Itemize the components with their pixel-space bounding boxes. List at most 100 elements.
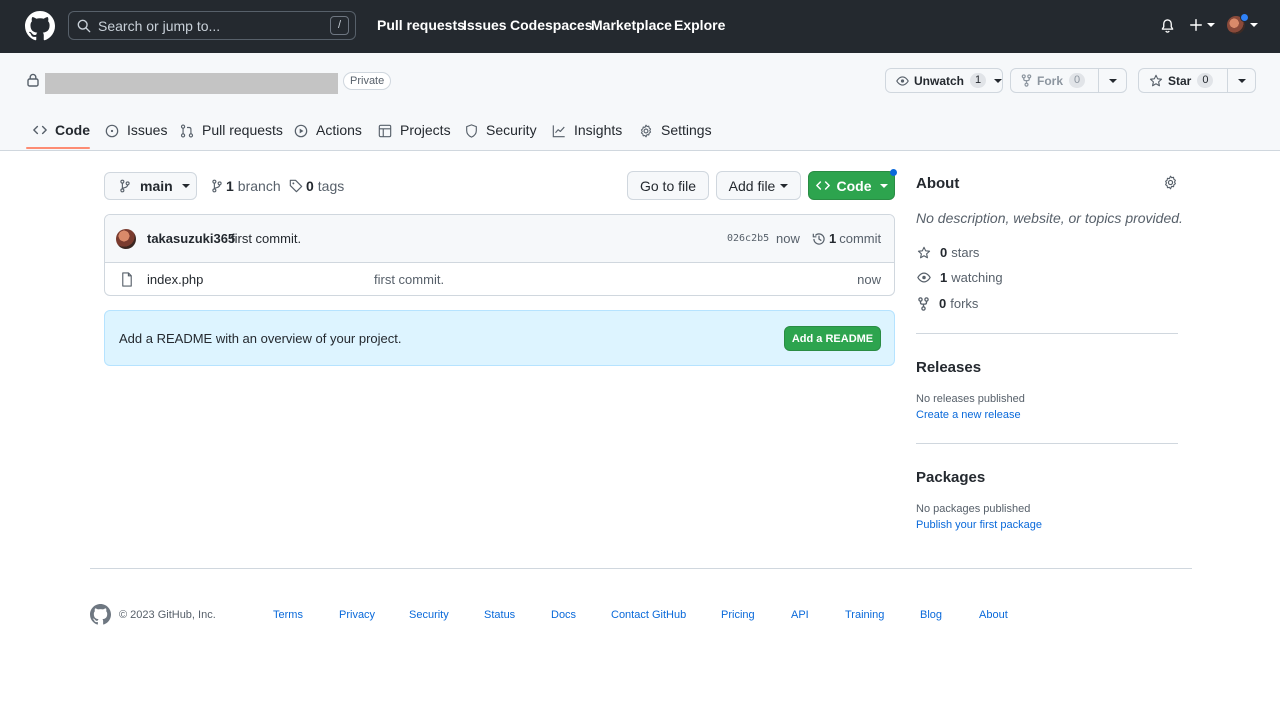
add-file-button[interactable]: Add file <box>716 171 801 200</box>
notification-dot-icon <box>890 169 897 176</box>
footer-link-training[interactable]: Training <box>845 609 884 621</box>
footer-copyright: © 2023 GitHub, Inc. <box>119 609 216 621</box>
star-button-group: Star 0 <box>1138 68 1256 93</box>
author-avatar[interactable] <box>116 229 136 249</box>
repo-header: Private Unwatch 1 Fork 0 Star 0 Code Iss… <box>0 53 1280 151</box>
commit-message[interactable]: first commit. <box>231 231 301 246</box>
footer-divider <box>90 568 1192 569</box>
tab-pull-requests[interactable]: Pull requests <box>180 122 283 154</box>
fork-dropdown[interactable] <box>1098 69 1126 92</box>
star-count: 0 <box>1197 73 1214 88</box>
tab-issues[interactable]: Issues <box>105 122 167 154</box>
footer-link-contact[interactable]: Contact GitHub <box>611 609 686 621</box>
about-description: No description, website, or topics provi… <box>916 210 1183 226</box>
publish-package-link[interactable]: Publish your first package <box>916 519 1042 531</box>
chevron-down-icon <box>1108 78 1117 83</box>
releases-heading[interactable]: Releases <box>916 359 981 376</box>
unwatch-button[interactable]: Unwatch 1 <box>886 69 994 92</box>
stars-label: stars <box>951 245 980 260</box>
fork-icon <box>1021 74 1032 87</box>
search-shortcut-key: / <box>330 16 349 35</box>
file-row[interactable]: index.php first commit. now <box>105 263 894 295</box>
branches-link[interactable]: 1 branch <box>211 178 281 194</box>
add-file-label: Add file <box>728 177 776 194</box>
tab-actions[interactable]: Actions <box>294 122 362 154</box>
commit-sha[interactable]: 026c2b5 <box>727 233 769 244</box>
star-button[interactable]: Star 0 <box>1139 69 1227 92</box>
footer-link-security[interactable]: Security <box>409 609 449 621</box>
code-clone-button[interactable]: Code <box>808 169 897 200</box>
watch-dropdown[interactable] <box>994 69 1003 92</box>
watching-link[interactable]: 1 watching <box>917 270 1003 285</box>
tags-count: 0 <box>306 178 314 194</box>
fork-button[interactable]: Fork 0 <box>1011 69 1098 92</box>
code-icon <box>815 181 830 190</box>
watch-button-group: Unwatch 1 <box>885 68 1003 93</box>
github-logo-icon[interactable] <box>25 11 55 41</box>
commit-author[interactable]: takasuzuki365 <box>147 231 235 246</box>
unwatch-label: Unwatch <box>914 73 965 88</box>
user-menu-dropdown[interactable] <box>1227 13 1258 34</box>
star-list-dropdown[interactable] <box>1227 69 1255 92</box>
notifications-bell-icon[interactable] <box>1160 18 1175 34</box>
file-name[interactable]: index.php <box>147 272 203 287</box>
stars-count: 0 <box>940 245 948 260</box>
file-browser: takasuzuki365 first commit. 026c2b5 now … <box>104 214 895 296</box>
packages-heading[interactable]: Packages <box>916 469 985 486</box>
nav-issues[interactable]: Issues <box>463 17 507 33</box>
gear-icon[interactable] <box>1163 175 1178 190</box>
visibility-badge: Private <box>343 72 392 90</box>
git-branch-icon <box>120 179 130 193</box>
github-logo-icon[interactable] <box>90 604 111 625</box>
lock-icon <box>27 73 39 87</box>
nav-marketplace[interactable]: Marketplace <box>591 17 672 33</box>
footer-link-privacy[interactable]: Privacy <box>339 609 375 621</box>
tab-label: Code <box>55 122 90 138</box>
footer-link-status[interactable]: Status <box>484 609 515 621</box>
nav-pull-requests[interactable]: Pull requests <box>377 17 465 33</box>
notification-dot-icon <box>1240 13 1249 22</box>
tab-code[interactable]: Code <box>33 122 90 154</box>
commit-history-link[interactable]: 1 commit <box>812 231 881 246</box>
chevron-down-icon <box>1207 23 1215 27</box>
tab-label: Issues <box>127 122 168 138</box>
tags-link[interactable]: 0 tags <box>289 178 344 194</box>
chevron-down-icon <box>879 183 888 188</box>
create-release-link[interactable]: Create a new release <box>916 409 1021 421</box>
gear-icon <box>640 124 652 138</box>
tab-projects[interactable]: Projects <box>378 122 451 154</box>
forks-link[interactable]: 0 forks <box>917 296 978 311</box>
footer-link-blog[interactable]: Blog <box>920 609 942 621</box>
tab-settings[interactable]: Settings <box>639 122 712 154</box>
footer-link-docs[interactable]: Docs <box>551 609 576 621</box>
branches-label: branch <box>237 178 281 194</box>
file-commit-message[interactable]: first commit. <box>374 272 444 287</box>
tab-security[interactable]: Security <box>465 122 537 154</box>
search-input[interactable]: Search or jump to... / <box>68 11 356 40</box>
watch-count: 1 <box>970 73 987 88</box>
fork-count: 0 <box>1069 73 1086 88</box>
branch-select-button[interactable]: main <box>104 172 197 200</box>
tab-label: Settings <box>661 122 712 138</box>
tags-label: tags <box>317 178 345 194</box>
footer-link-api[interactable]: API <box>791 609 809 621</box>
tab-insights[interactable]: Insights <box>552 122 622 154</box>
tab-label: Actions <box>316 122 362 138</box>
chevron-down-icon <box>780 183 789 188</box>
nav-codespaces[interactable]: Codespaces <box>510 17 592 33</box>
tab-label: Insights <box>574 122 623 138</box>
footer-link-terms[interactable]: Terms <box>273 609 303 621</box>
go-to-file-button[interactable]: Go to file <box>627 171 709 200</box>
chevron-down-icon <box>181 184 190 188</box>
git-branch-icon <box>212 179 222 193</box>
play-circle-icon <box>294 124 308 138</box>
tab-label: Projects <box>400 122 451 138</box>
add-readme-button[interactable]: Add a README <box>784 326 881 351</box>
nav-explore[interactable]: Explore <box>674 17 725 33</box>
create-new-dropdown[interactable] <box>1189 18 1215 32</box>
issue-opened-icon <box>105 124 119 138</box>
footer-link-about[interactable]: About <box>979 609 1008 621</box>
footer-link-pricing[interactable]: Pricing <box>721 609 755 621</box>
stars-link[interactable]: 0 stars <box>917 245 979 260</box>
tab-label: Security <box>486 122 537 138</box>
